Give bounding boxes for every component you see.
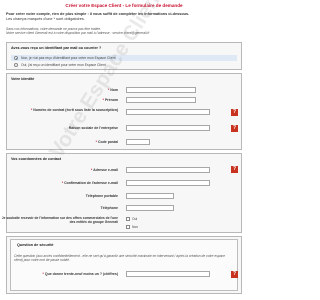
security-text: Cette question (aux accès confidentielle… <box>14 254 226 262</box>
radio-no[interactable] <box>14 56 18 60</box>
code-postal-input[interactable] <box>126 139 150 145</box>
page-title: Créer votre Espace Client - Le formulair… <box>65 3 183 8</box>
field-label-security-question: * Que donne trente-neuf moins un ? (chif… <box>42 272 118 276</box>
email-input[interactable] <box>126 167 210 173</box>
email-confirm-input[interactable] <box>126 180 210 186</box>
radio-option-yes[interactable]: Oui, j'ai reçu un identifiant pour créer… <box>14 63 106 67</box>
contact-heading: Vos coordonnées de contact <box>11 157 62 161</box>
security-box: Question de sécurité <box>10 239 238 291</box>
help-icon-security[interactable]: ? <box>231 271 238 278</box>
identifier-heading: Avez-vous reçu un identifiant par mail o… <box>11 46 102 50</box>
radio-yes-label: Oui, j'ai reçu un identifiant pour créer… <box>21 63 106 67</box>
field-label-contrat: * Numéro de contrat (écrit sous liste la… <box>30 108 118 112</box>
identity-heading: Votre identité <box>11 77 35 81</box>
intro-text: Pour créer votre compte, rien de plus si… <box>6 12 242 21</box>
intro-line-2: Les champs marqués d'une * sont obligato… <box>6 16 85 21</box>
help-icon-email[interactable]: ? <box>231 166 238 173</box>
nom-input[interactable] <box>126 87 196 93</box>
help-icon-raison-sociale[interactable]: ? <box>231 125 238 132</box>
field-label-phone: Téléphone <box>100 206 118 210</box>
security-answer-input[interactable] <box>126 271 210 277</box>
field-label-email-confirm: * Confirmation de l'adresse e-mail <box>61 181 118 185</box>
offers-option-oui[interactable]: Oui <box>126 217 137 221</box>
help-icon-contrat[interactable]: ? <box>231 109 238 116</box>
field-label-mobile: Téléphone portable <box>85 194 118 198</box>
mobile-input[interactable] <box>126 193 174 199</box>
offers-checkbox-oui[interactable] <box>126 217 130 221</box>
offers-checkbox-non[interactable] <box>126 225 130 229</box>
prenom-input[interactable] <box>126 97 196 103</box>
raison-sociale-input[interactable] <box>126 125 210 131</box>
phone-input[interactable] <box>126 205 174 211</box>
offers-option-non[interactable]: Non <box>126 225 138 229</box>
field-label-offers: Je souhaite recevoir de l'information su… <box>1 216 118 224</box>
security-heading: Question de sécurité <box>17 243 54 247</box>
radio-yes[interactable] <box>14 63 18 67</box>
field-label-email: * Adresse e-mail <box>90 168 118 172</box>
contrat-input[interactable] <box>126 109 210 115</box>
